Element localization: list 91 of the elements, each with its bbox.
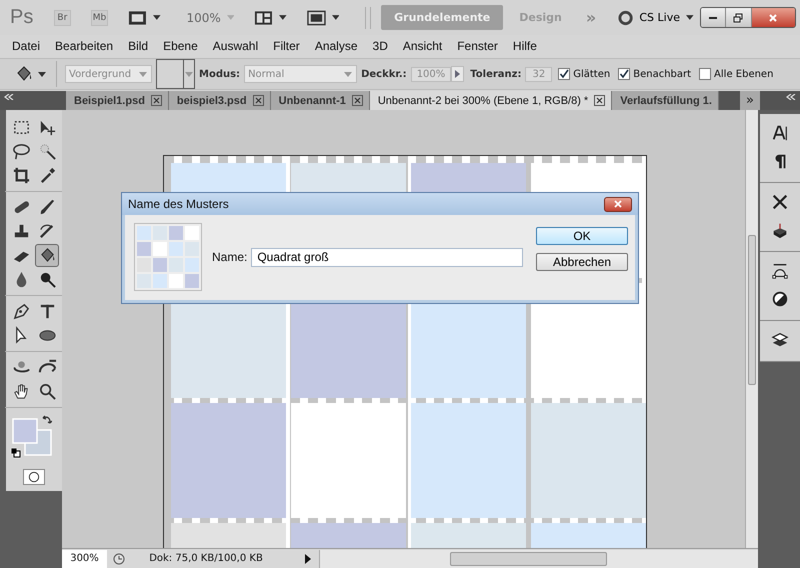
opacity-label: Deckkr.: — [361, 68, 407, 80]
restore-icon — [733, 12, 744, 22]
caret-icon[interactable] — [152, 15, 161, 20]
marquee-icon — [12, 118, 30, 137]
cube-icon[interactable] — [771, 221, 789, 239]
tool-button[interactable] — [35, 244, 59, 267]
film-icon[interactable] — [128, 10, 147, 26]
pattern-picker[interactable] — [156, 59, 195, 89]
checkbox-label: Glätten — [573, 68, 610, 80]
minimize-icon — [708, 16, 717, 18]
menu-item[interactable]: Datei — [6, 38, 50, 52]
color-swatches-drawing[interactable] — [12, 418, 52, 456]
zoom-level[interactable]: 100% — [186, 10, 221, 24]
cs-live-button[interactable]: CS Live — [639, 11, 680, 24]
menu-item[interactable]: Analyse — [308, 38, 367, 52]
crop-icon — [12, 166, 30, 185]
caret-icon — [185, 72, 193, 76]
layers-icon[interactable] — [771, 331, 789, 349]
triangle-right-icon — [455, 70, 460, 78]
bridge-button[interactable]: Br — [54, 10, 71, 26]
document-tab[interactable]: Verlaufsfüllung 1. — [612, 91, 719, 110]
document-tab[interactable]: Beispiel1.psd — [66, 91, 169, 110]
tools-icon[interactable] — [771, 193, 789, 211]
zoom-icon — [38, 382, 56, 401]
restore-button[interactable] — [726, 8, 752, 27]
caret-icon[interactable] — [686, 15, 694, 20]
close-icon[interactable] — [594, 95, 606, 106]
close-icon[interactable] — [352, 95, 363, 106]
checkbox-label: Alle Ebenen — [714, 68, 774, 80]
default-colors-icon[interactable] — [11, 448, 21, 458]
ring-icon — [618, 10, 634, 26]
hand-icon — [12, 382, 30, 401]
circle-icon — [28, 471, 40, 483]
caret-icon — [344, 72, 352, 76]
document-tab[interactable]: Unbenannt-2 bei 300% (Ebene 1, RGB/8) * — [370, 91, 612, 110]
menu-item[interactable]: Ebene — [157, 38, 207, 52]
magic-wand-icon — [38, 142, 56, 161]
checkbox-label: Benachbart — [633, 68, 692, 80]
document-tab[interactable]: Unbenannt-1 — [270, 91, 370, 110]
quick-mask-button[interactable] — [23, 469, 45, 485]
name-input[interactable]: Quadrat groß — [251, 248, 524, 266]
checkbox[interactable] — [558, 68, 570, 80]
tolerance-label: Toleranz: — [470, 68, 522, 80]
zoom-field[interactable]: 300% — [62, 550, 107, 568]
document-tab[interactable]: beispiel3.psd — [168, 91, 271, 110]
caret-icon — [139, 72, 147, 76]
dialog-title: Name des Musters — [128, 197, 229, 211]
collapse-icon[interactable] — [786, 94, 796, 100]
checkbox[interactable] — [699, 68, 712, 80]
screen-mode-icon[interactable] — [306, 10, 326, 26]
close-button[interactable] — [752, 8, 796, 27]
collapse-icon[interactable] — [4, 94, 14, 100]
caret-icon[interactable] — [279, 15, 287, 20]
close-icon[interactable] — [252, 95, 264, 106]
menu-item[interactable]: Bild — [122, 38, 158, 52]
checkbox[interactable] — [618, 68, 630, 80]
swap-arrows-icon[interactable] — [42, 415, 52, 425]
close-icon — [613, 200, 623, 208]
dialog-button[interactable]: OK — [536, 227, 628, 245]
menu-item[interactable]: Auswahl — [206, 38, 268, 52]
dialog-button[interactable]: Abbrechen — [536, 253, 628, 271]
tab-overflow-button[interactable]: » — [740, 91, 760, 110]
close-button[interactable] — [604, 196, 632, 212]
layout-icon[interactable] — [254, 10, 274, 26]
lasso-icon — [12, 142, 30, 161]
triangle-right-icon[interactable] — [305, 554, 311, 564]
horizontal-scrollbar[interactable] — [319, 550, 758, 568]
opacity-slider-button[interactable] — [451, 66, 464, 82]
caret-icon[interactable] — [38, 72, 46, 76]
caret-icon[interactable] — [332, 15, 340, 20]
menu-item[interactable]: Fenster — [451, 38, 507, 52]
mini-bridge-button[interactable]: Mb — [90, 10, 108, 26]
menu-item[interactable]: 3D — [366, 38, 397, 52]
close-icon[interactable] — [150, 95, 162, 106]
app-logo: Ps — [10, 6, 34, 29]
half-circle-icon[interactable] — [771, 290, 789, 308]
minimize-button[interactable] — [700, 8, 726, 27]
name-label: Name: — [212, 250, 248, 264]
pen-icon — [12, 302, 30, 321]
menu-item[interactable]: Hilfe — [506, 38, 546, 52]
menu-item[interactable]: Filter — [267, 38, 309, 52]
close-icon — [768, 12, 778, 22]
menu-item[interactable]: Bearbeiten — [49, 38, 122, 52]
mode-label: Modus: — [199, 68, 240, 80]
document-size: Dok: 75,0 KB/100,0 KB — [148, 553, 264, 564]
menu-item[interactable]: Ansicht — [396, 38, 452, 52]
curve-icon[interactable] — [771, 262, 789, 280]
vertical-scrollbar[interactable] — [745, 110, 758, 548]
character-icon[interactable] — [771, 124, 789, 142]
pattern-preview — [134, 223, 202, 291]
status-icon[interactable] — [113, 552, 125, 564]
